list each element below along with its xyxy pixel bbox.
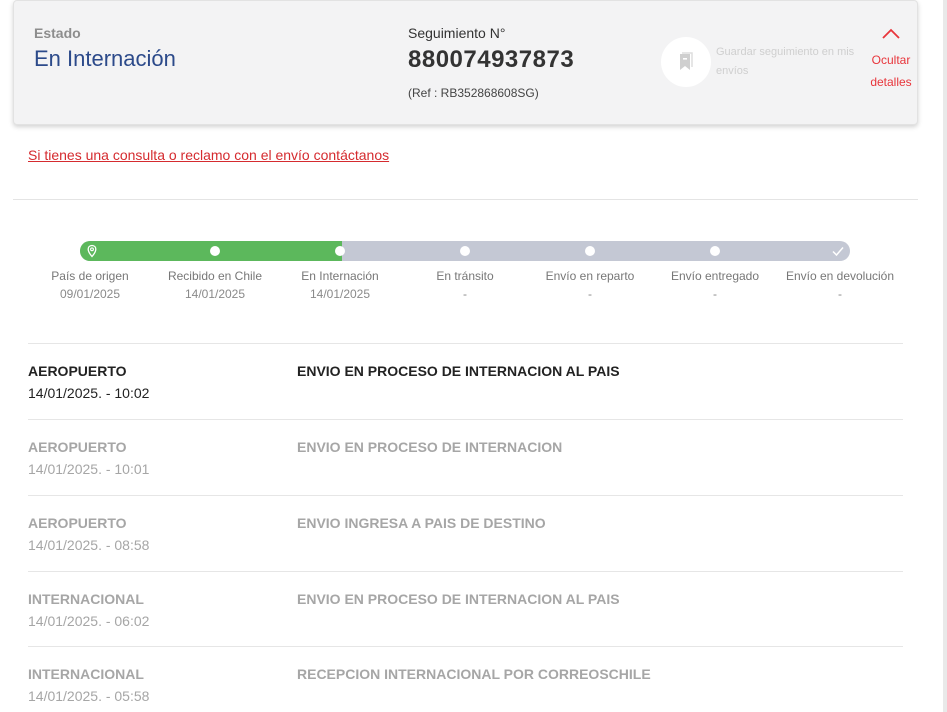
check-icon	[832, 247, 844, 257]
save-tracking-button[interactable]	[661, 37, 711, 87]
tracking-summary-card: Estado En Internación Seguimiento N° 880…	[13, 0, 918, 125]
event-description: RECEPCION INTERNACIONAL POR CORREOSCHILE	[297, 666, 651, 682]
step-marker-reparto	[585, 246, 595, 256]
scrollbar-track[interactable]	[943, 0, 947, 712]
step-date-devolucion: -	[838, 287, 842, 301]
step-date-transito: -	[463, 287, 467, 301]
event-place: INTERNACIONAL	[28, 666, 144, 682]
chevron-up-icon	[882, 28, 900, 39]
bookmark-icon	[680, 52, 693, 70]
step-marker-recibido	[210, 246, 220, 256]
progress-track	[80, 241, 850, 261]
step-label-devolucion: Envío en devolución	[785, 269, 895, 283]
event-place: AEROPUERTO	[28, 363, 127, 379]
event-description: ENVIO EN PROCESO DE INTERNACION	[297, 439, 563, 455]
event-datetime: 14/01/2025. - 08:58	[28, 537, 150, 553]
divider	[13, 199, 918, 200]
event-description: ENVIO EN PROCESO DE INTERNACION AL PAIS	[297, 591, 620, 607]
location-pin-icon	[87, 244, 97, 258]
step-label-transito: En tránsito	[436, 269, 494, 283]
hide-details-label: Ocultar detalles	[870, 53, 912, 89]
seguimiento-label: Seguimiento N°	[408, 25, 506, 41]
event-datetime: 14/01/2025. - 10:01	[28, 461, 150, 477]
event-row: INTERNACIONAL 14/01/2025. - 05:58 RECEPC…	[28, 646, 903, 712]
step-date-origen: 09/01/2025	[59, 287, 121, 301]
event-description: ENVIO EN PROCESO DE INTERNACION AL PAIS	[297, 363, 620, 379]
event-row: AEROPUERTO 14/01/2025. - 08:58 ENVIO ING…	[28, 495, 903, 571]
reference-code: (Ref : RB352868608SG)	[408, 86, 539, 100]
estado-value: En Internación	[34, 46, 176, 71]
step-label-internacion: En Internación	[301, 269, 379, 283]
event-place: AEROPUERTO	[28, 439, 127, 455]
hide-details-button[interactable]: Ocultar detalles	[866, 27, 916, 93]
step-date-internacion: 14/01/2025	[309, 287, 371, 301]
step-marker-entregado	[710, 246, 720, 256]
step-date-entregado: -	[713, 287, 717, 301]
estado-label: Estado	[34, 25, 81, 41]
step-label-reparto: Envío en reparto	[545, 269, 635, 283]
step-marker-internacion	[335, 246, 345, 256]
event-place: AEROPUERTO	[28, 515, 127, 531]
step-date-reparto: -	[588, 287, 592, 301]
event-row: INTERNACIONAL 14/01/2025. - 06:02 ENVIO …	[28, 571, 903, 647]
step-marker-transito	[460, 246, 470, 256]
event-datetime: 14/01/2025. - 10:02	[28, 385, 150, 401]
tracking-number: 880074937873	[408, 46, 575, 73]
step-label-origen: País de origen	[51, 269, 129, 283]
event-row: AEROPUERTO 14/01/2025. - 10:02 ENVIO EN …	[28, 343, 903, 419]
event-datetime: 14/01/2025. - 06:02	[28, 613, 150, 629]
step-label-entregado: Envío entregado	[670, 269, 760, 283]
save-tracking-label[interactable]: Guardar seguimiento en mis envíos	[716, 43, 856, 81]
step-date-recibido: 14/01/2025	[184, 287, 246, 301]
event-datetime: 14/01/2025. - 05:58	[28, 688, 150, 704]
event-place: INTERNACIONAL	[28, 591, 144, 607]
event-row: AEROPUERTO 14/01/2025. - 10:01 ENVIO EN …	[28, 419, 903, 495]
event-description: ENVIO INGRESA A PAIS DE DESTINO	[297, 515, 546, 531]
step-label-recibido: Recibido en Chile	[167, 269, 263, 283]
contact-link[interactable]: Si tienes una consulta o reclamo con el …	[28, 147, 389, 163]
